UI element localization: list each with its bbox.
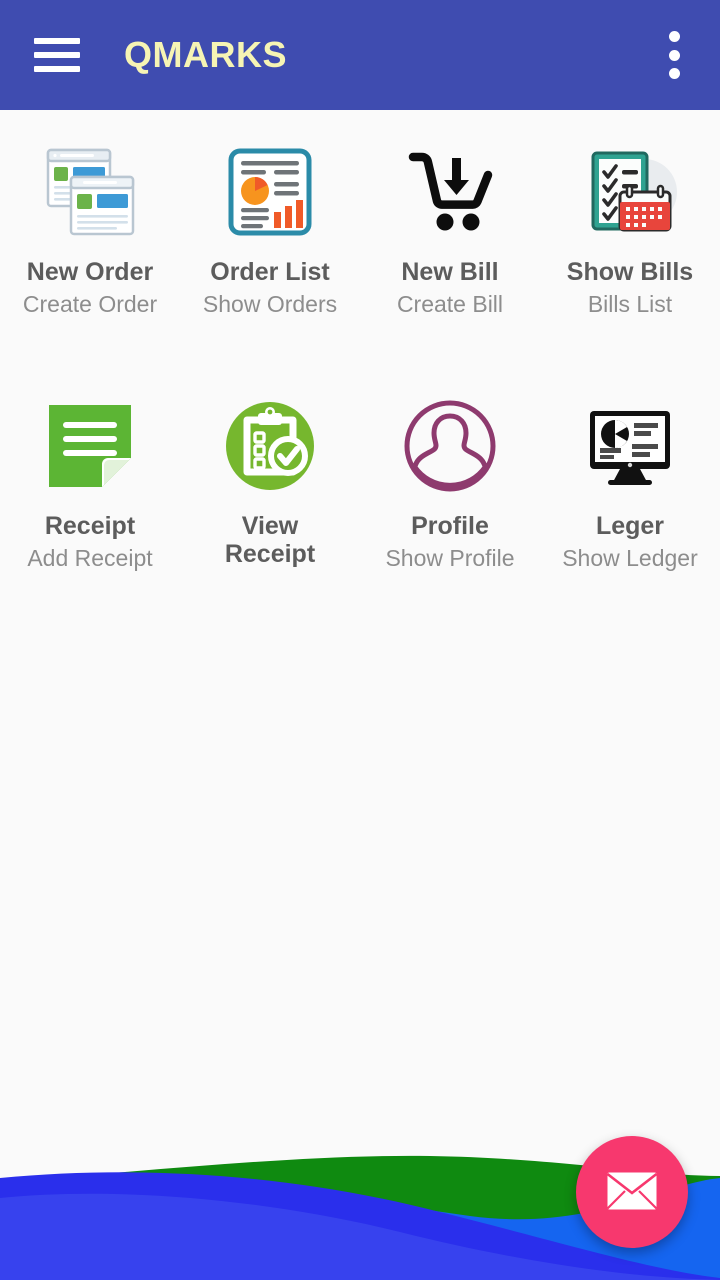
kebab-dot [668, 31, 680, 42]
tile-order-list[interactable]: Order List Show Orders [180, 136, 360, 326]
page-title: QMARKS [124, 34, 287, 75]
tile-title: Receipt [44, 511, 136, 540]
tile-subtitle: Create Order [22, 291, 158, 317]
hamburger-bar [34, 38, 80, 44]
dashboard-grid: New Order Create Order Order List Show O… [0, 110, 720, 582]
tile-view-receipt[interactable]: View Receipt [180, 390, 360, 582]
tile-subtitle: Show Ledger [562, 544, 698, 571]
monitor-chart-icon [582, 398, 678, 494]
tile-new-order[interactable]: New Order Create Order [0, 136, 180, 326]
hamburger-bar [34, 52, 80, 58]
tile-title: New Order [26, 258, 154, 286]
green-note-icon [42, 398, 138, 494]
tile-receipt[interactable]: Receipt Add Receipt [0, 390, 180, 582]
tile-subtitle: Bills List [587, 291, 673, 317]
tile-title: Profile [411, 511, 489, 540]
tile-title: Order List [210, 258, 330, 286]
kebab-dot [668, 49, 680, 61]
hamburger-menu-icon[interactable] [34, 38, 80, 72]
checklist-calendar-icon [582, 144, 678, 240]
hamburger-bar [34, 66, 80, 72]
envelope-icon [606, 1171, 658, 1214]
clipboard-check-icon [222, 398, 318, 494]
cart-download-icon [402, 144, 498, 240]
tile-leger[interactable]: Leger Show Ledger [540, 390, 720, 582]
kebab-dot [668, 68, 680, 79]
tile-subtitle: Show Orders [202, 291, 338, 317]
stacked-windows-icon [42, 144, 138, 240]
compose-mail-fab[interactable] [576, 1136, 688, 1248]
tile-show-bills[interactable]: Show Bills Bills List [540, 136, 720, 326]
tile-title: View Receipt [224, 511, 316, 568]
tile-title: New Bill [401, 258, 499, 286]
app-bar: QMARKS [0, 0, 720, 110]
tile-title: Show Bills [566, 258, 694, 286]
tile-subtitle: Create Bill [396, 291, 504, 317]
person-circle-icon [402, 398, 498, 494]
report-chart-icon [222, 144, 318, 240]
tile-profile[interactable]: Profile Show Profile [360, 390, 540, 582]
tile-title: Leger [595, 511, 665, 540]
tile-subtitle: Add Receipt [27, 544, 153, 571]
app-root: QMARKS New Order Create Order Order List… [0, 0, 720, 1280]
more-vertical-icon[interactable] [668, 31, 680, 79]
tile-subtitle: Show Profile [385, 544, 515, 571]
tile-new-bill[interactable]: New Bill Create Bill [360, 136, 540, 326]
